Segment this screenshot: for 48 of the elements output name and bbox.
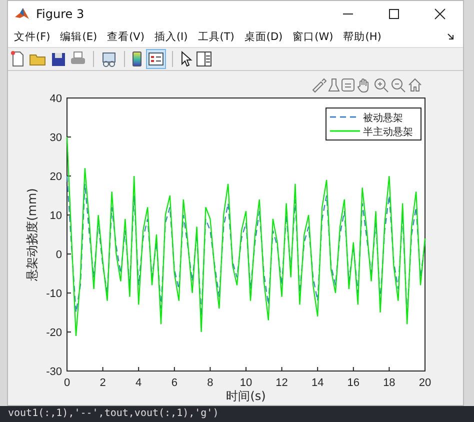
x-tick-label: 20 [418,377,432,389]
x-tick-label: 10 [240,377,252,389]
brush-icon[interactable] [311,77,327,93]
menu-item[interactable]: 编辑(E) [60,30,98,44]
y-tick-label: -10 [46,288,62,300]
pointer-icon[interactable] [179,50,193,68]
y-tick-label: -30 [46,366,62,378]
menu-item[interactable]: 文件(F) [14,30,50,44]
app-icon [14,6,30,22]
console-code-line: vout1(:,1),'--',tout,vout(:,1),'g') [8,408,219,419]
x-axis-label: 时间(s) [226,389,266,403]
y-tick-label: 10 [50,210,62,222]
menu-item[interactable]: 插入(I) [154,30,188,44]
data-tip-icon[interactable] [328,77,340,93]
y-tick-label: 40 [50,93,62,105]
colorbar-icon[interactable] [131,50,143,68]
x-tick-label: 4 [136,377,142,389]
property-editor-icon[interactable] [196,50,212,68]
x-tick-label: 14 [311,377,324,389]
legend-label: 被动悬架 [363,113,403,124]
x-tick-label: 6 [171,377,178,389]
y-axis-label: 悬架动挠度(mm) [25,188,39,281]
y-tick-label: -20 [46,327,62,339]
x-tick-label: 8 [207,377,214,389]
legend-label: 半主动悬架 [363,127,413,138]
x-tick-label: 12 [276,377,288,389]
menu-item[interactable]: 帮助(H) [343,30,382,44]
save-icon[interactable] [50,50,66,68]
zoom-in-icon[interactable] [373,77,389,93]
menu-item[interactable]: 查看(V) [107,30,144,44]
zoom-out-icon[interactable] [390,77,406,93]
legend-button[interactable] [146,49,166,69]
menu-item[interactable]: 桌面(D) [244,30,283,44]
y-tick-label: 0 [56,249,62,261]
home-icon[interactable] [407,77,423,93]
window-title: Figure 3 [36,6,84,20]
y-tick-label: 20 [50,171,62,183]
x-tick-label: 18 [383,377,396,389]
list-icon[interactable] [341,77,355,93]
y-tick-label: 30 [50,132,62,144]
x-tick-label: 0 [64,377,70,389]
menu-item[interactable]: 窗口(W) [292,30,334,44]
link-plot-icon[interactable] [100,50,118,68]
dock-arrow-icon[interactable] [447,32,455,40]
new-file-icon[interactable] [10,50,26,68]
menu-item[interactable]: 工具(T) [198,30,234,44]
x-tick-label: 16 [347,377,360,389]
x-tick-label: 2 [100,377,106,389]
